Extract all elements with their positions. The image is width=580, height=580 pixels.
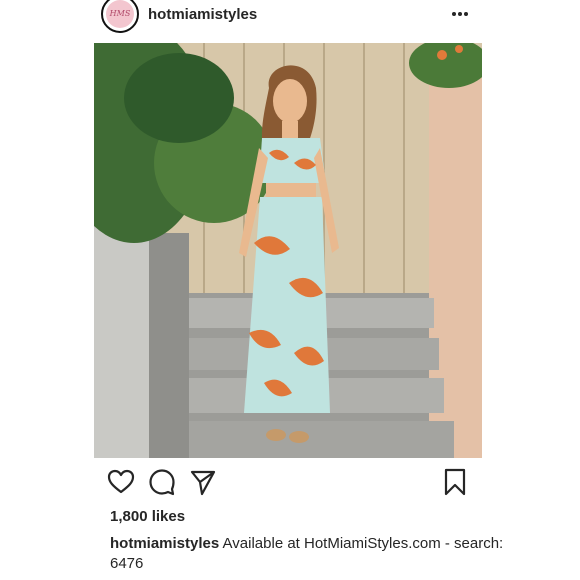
caption-username[interactable]: hotmiamistyles [110, 535, 219, 552]
avatar[interactable]: HMS [101, 0, 139, 33]
username-link[interactable]: hotmiamistyles [148, 6, 257, 23]
post-actions [0, 468, 580, 498]
avatar-logo: HMS [106, 0, 134, 28]
post-header: HMS hotmiamistyles [0, 0, 580, 34]
share-icon[interactable] [189, 468, 217, 496]
heart-icon[interactable] [107, 468, 135, 496]
post-caption: hotmiamistyles Available at HotMiamiStyl… [110, 534, 530, 574]
comment-icon[interactable] [148, 468, 176, 496]
more-options-icon[interactable] [450, 4, 470, 24]
post-image[interactable] [94, 43, 482, 458]
like-count[interactable]: 1,800 likes [110, 508, 185, 525]
bookmark-icon[interactable] [441, 468, 469, 496]
post-photo-illustration [94, 43, 482, 458]
avatar-logo-text: HMS [109, 9, 131, 18]
